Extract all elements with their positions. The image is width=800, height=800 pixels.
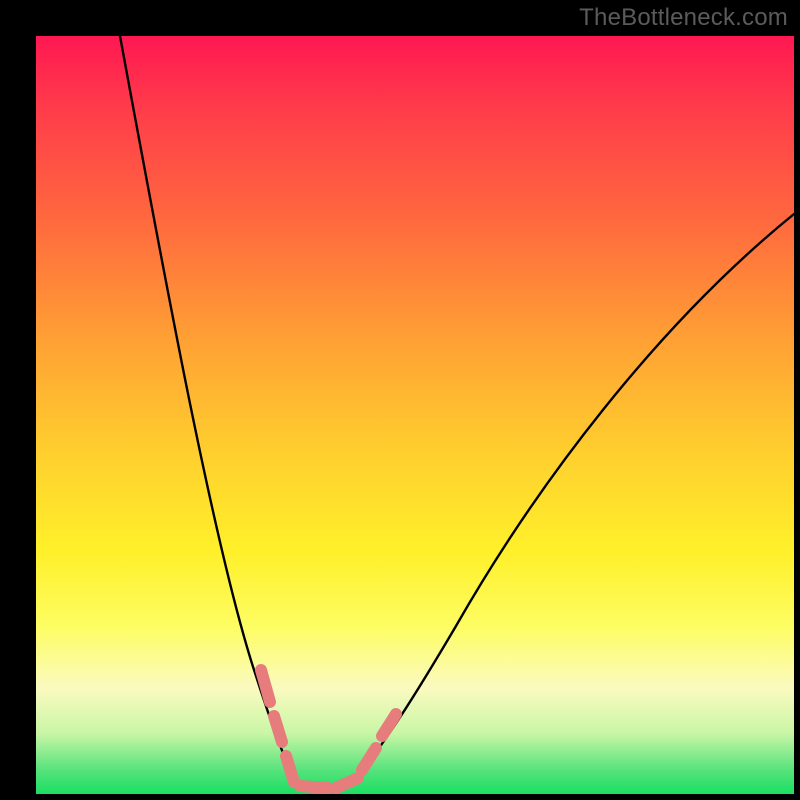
marker-seg	[336, 778, 358, 788]
chart-stage: TheBottleneck.com	[0, 0, 800, 800]
marker-seg	[274, 716, 282, 742]
curve-left-branch	[120, 36, 296, 784]
marker-seg	[286, 756, 294, 782]
plot-area	[36, 36, 794, 794]
marker-seg	[362, 748, 376, 770]
watermark-text: TheBottleneck.com	[579, 4, 788, 32]
marker-seg	[382, 714, 396, 736]
bottleneck-curve	[36, 36, 794, 794]
marker-seg	[300, 786, 328, 788]
curve-right-branch	[350, 214, 794, 784]
